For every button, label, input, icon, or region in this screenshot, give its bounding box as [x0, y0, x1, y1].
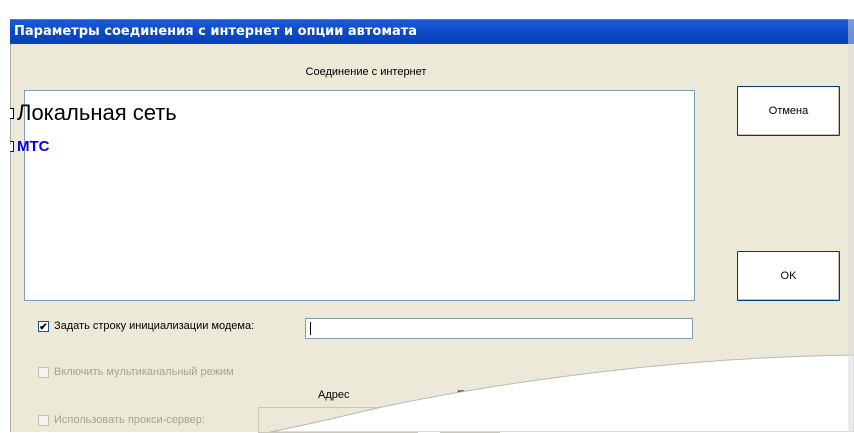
connection-item-label: Локальная сеть [17, 100, 177, 125]
connection-item-mts[interactable]: ✓ МТС [3, 138, 50, 155]
multichannel-checkbox[interactable] [38, 366, 49, 378]
proxy-checkbox[interactable] [38, 414, 49, 426]
proxy-port-label: Порт [457, 389, 482, 401]
modem-init-checkbox[interactable]: ✔ [38, 320, 49, 333]
dialog-window: Параметры соединения с интернет и опции … [0, 0, 854, 433]
proxy-address-input[interactable] [258, 407, 418, 433]
modem-init-label: Задать строку инициализации модема: [54, 320, 255, 332]
proxy-checkbox-row[interactable]: Использовать прокси-сервер: [38, 414, 205, 426]
proxy-label: Использовать прокси-сервер: [54, 414, 206, 426]
ok-button[interactable]: OK [737, 251, 840, 301]
cancel-button[interactable]: Отмена [737, 86, 840, 136]
modem-init-checkbox-row[interactable]: ✔ Задать строку инициализации модема: [38, 320, 255, 333]
multichannel-checkbox-row[interactable]: Включить мультиканальный режим [38, 366, 234, 378]
proxy-address-label: Адрес [318, 389, 350, 401]
unchecked-box-icon [3, 107, 14, 119]
connection-item-label: МТС [17, 138, 50, 155]
modem-init-string-input[interactable] [305, 318, 693, 339]
checked-box-icon: ✓ [3, 141, 14, 152]
text-caret [310, 322, 311, 335]
connection-group-label: Соединение с интернет [305, 66, 427, 78]
window-title: Параметры соединения с интернет и опции … [14, 24, 418, 39]
proxy-port-input[interactable] [440, 407, 500, 433]
title-bar[interactable]: Параметры соединения с интернет и опции … [10, 19, 854, 44]
connection-item-local-network[interactable]: Локальная сеть [3, 100, 177, 126]
multichannel-label: Включить мультиканальный режим [54, 366, 234, 378]
